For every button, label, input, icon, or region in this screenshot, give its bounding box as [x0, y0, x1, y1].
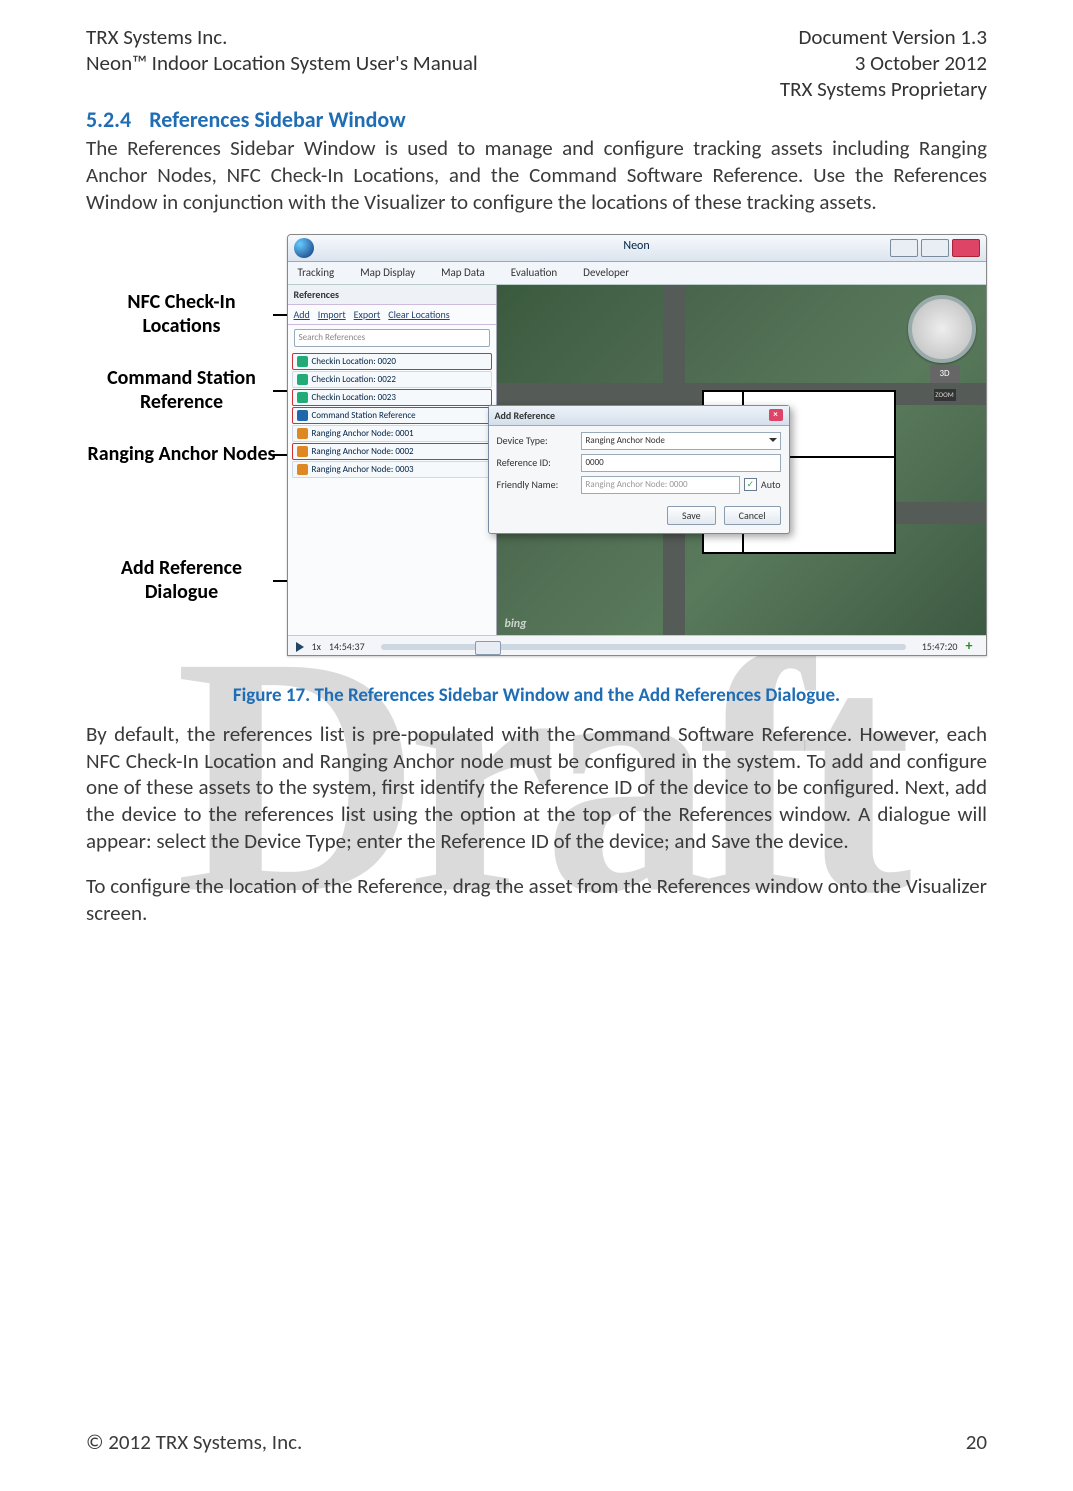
time-start: 14:54:37: [329, 640, 365, 653]
page-number: 20: [966, 1429, 987, 1455]
reference-icon: [297, 446, 308, 457]
figure-callouts: NFC Check-In Locations Command Station R…: [87, 234, 277, 656]
time-end: 15:47:20: [922, 640, 958, 653]
menu-developer[interactable]: Developer: [583, 266, 629, 279]
callout-add-reference-dialog: Add Reference Dialogue: [87, 556, 277, 604]
section-heading: 5.2.4 References Sidebar Window: [86, 106, 987, 133]
menu-tracking[interactable]: Tracking: [298, 266, 335, 279]
reference-item[interactable]: Checkin Location: 0020: [292, 353, 492, 370]
close-button[interactable]: [952, 239, 980, 257]
reference-icon: [297, 410, 308, 421]
sidebar-toolbar: Add Import Export Clear Locations: [288, 305, 496, 325]
header-company: TRX Systems Inc.: [86, 24, 478, 50]
header-date: 3 October 2012: [855, 50, 987, 76]
bing-attribution: bing: [505, 617, 527, 631]
footer-copyright: © 2012 TRX Systems, Inc.: [86, 1429, 302, 1455]
page-header: TRX Systems Inc. Neon™ Indoor Location S…: [86, 24, 987, 102]
friendly-name-label: Friendly Name:: [497, 478, 575, 491]
section-title: References Sidebar Window: [149, 106, 405, 133]
callout-nfc: NFC Check-In Locations: [87, 290, 277, 338]
body-paragraph-3: To configure the location of the Referen…: [86, 873, 987, 927]
compass-icon[interactable]: [908, 295, 976, 363]
callout-command-station: Command Station Reference: [87, 366, 277, 414]
add-reference-dialog: Add Reference × Device Type: Ranging Anc…: [488, 405, 790, 534]
auto-checkbox[interactable]: ✓: [744, 478, 757, 491]
reference-label: Ranging Anchor Node: 0001: [312, 428, 414, 439]
reference-icon: [297, 356, 308, 367]
playback-speed: 1x: [312, 640, 321, 653]
callout-ranging-anchor: Ranging Anchor Nodes: [87, 442, 277, 466]
references-sidebar: References Add Import Export Clear Locat…: [288, 285, 497, 635]
auto-label: Auto: [761, 478, 781, 491]
page-footer: © 2012 TRX Systems, Inc. 20: [86, 1429, 987, 1455]
header-version: Document Version 1.3: [798, 24, 987, 50]
app-window: Neon Tracking Map Display Map Data Evalu…: [287, 234, 987, 656]
add-button[interactable]: Add: [294, 308, 310, 321]
window-titlebar: Neon: [288, 235, 986, 262]
figure-17: NFC Check-In Locations Command Station R…: [87, 234, 987, 656]
section-number: 5.2.4: [86, 106, 131, 133]
search-input[interactable]: Search References: [294, 329, 490, 347]
play-icon[interactable]: [296, 642, 304, 652]
zoom-label: ZOOM: [934, 389, 956, 401]
intro-paragraph: The References Sidebar Window is used to…: [86, 135, 987, 216]
save-button[interactable]: Save: [667, 506, 716, 525]
reference-id-label: Reference ID:: [497, 456, 575, 469]
reference-icon: [297, 464, 308, 475]
import-button[interactable]: Import: [318, 308, 346, 321]
dialog-close-icon[interactable]: ×: [769, 409, 783, 421]
reference-label: Ranging Anchor Node: 0003: [312, 464, 414, 475]
figure-caption: Figure 17. The References Sidebar Window…: [86, 684, 987, 707]
device-type-select[interactable]: Ranging Anchor Node: [581, 432, 781, 450]
clear-locations-button[interactable]: Clear Locations: [388, 308, 449, 321]
reference-label: Checkin Location: 0020: [312, 356, 396, 367]
reference-label: Ranging Anchor Node: 0002: [312, 446, 414, 457]
status-bar: 1x 14:54:37 15:47:20 +: [288, 635, 986, 656]
timeline-slider[interactable]: [381, 644, 906, 650]
header-proprietary: TRX Systems Proprietary: [780, 76, 987, 102]
maximize-button[interactable]: [921, 239, 949, 257]
references-list: Checkin Location: 0020 Checkin Location: …: [288, 351, 496, 480]
menu-map-data[interactable]: Map Data: [441, 266, 485, 279]
reference-item[interactable]: Checkin Location: 0023: [292, 389, 492, 406]
device-type-label: Device Type:: [497, 434, 575, 447]
reference-label: Command Station Reference: [312, 410, 416, 421]
sidebar-title: References: [288, 285, 496, 305]
reference-item[interactable]: Ranging Anchor Node: 0003: [292, 461, 492, 478]
reference-label: Checkin Location: 0023: [312, 392, 396, 403]
body-paragraph-2: By default, the references list is pre-p…: [86, 721, 987, 855]
reference-icon: [297, 392, 308, 403]
add-icon[interactable]: +: [966, 641, 978, 653]
reference-item[interactable]: Ranging Anchor Node: 0001: [292, 425, 492, 442]
menu-map-display[interactable]: Map Display: [360, 266, 415, 279]
reference-item[interactable]: Ranging Anchor Node: 0002: [292, 443, 492, 460]
dialog-title: Add Reference: [495, 409, 556, 422]
export-button[interactable]: Export: [354, 308, 381, 321]
window-title: Neon: [623, 239, 649, 253]
3d-toggle-button[interactable]: 3D: [930, 365, 960, 383]
reference-id-input[interactable]: 0000: [581, 454, 781, 472]
menu-evaluation[interactable]: Evaluation: [511, 266, 557, 279]
reference-item[interactable]: Checkin Location: 0022: [292, 371, 492, 388]
reference-icon: [297, 374, 308, 385]
app-menubar: Tracking Map Display Map Data Evaluation…: [288, 262, 986, 285]
header-product: Neon™ Indoor Location System User's Manu…: [86, 50, 478, 76]
friendly-name-input[interactable]: Ranging Anchor Node: 0000: [581, 476, 740, 494]
reference-icon: [297, 428, 308, 439]
reference-item[interactable]: Command Station Reference: [292, 407, 492, 424]
reference-label: Checkin Location: 0022: [312, 374, 396, 385]
app-logo-icon: [294, 238, 314, 258]
minimize-button[interactable]: [890, 239, 918, 257]
cancel-button[interactable]: Cancel: [724, 506, 781, 525]
